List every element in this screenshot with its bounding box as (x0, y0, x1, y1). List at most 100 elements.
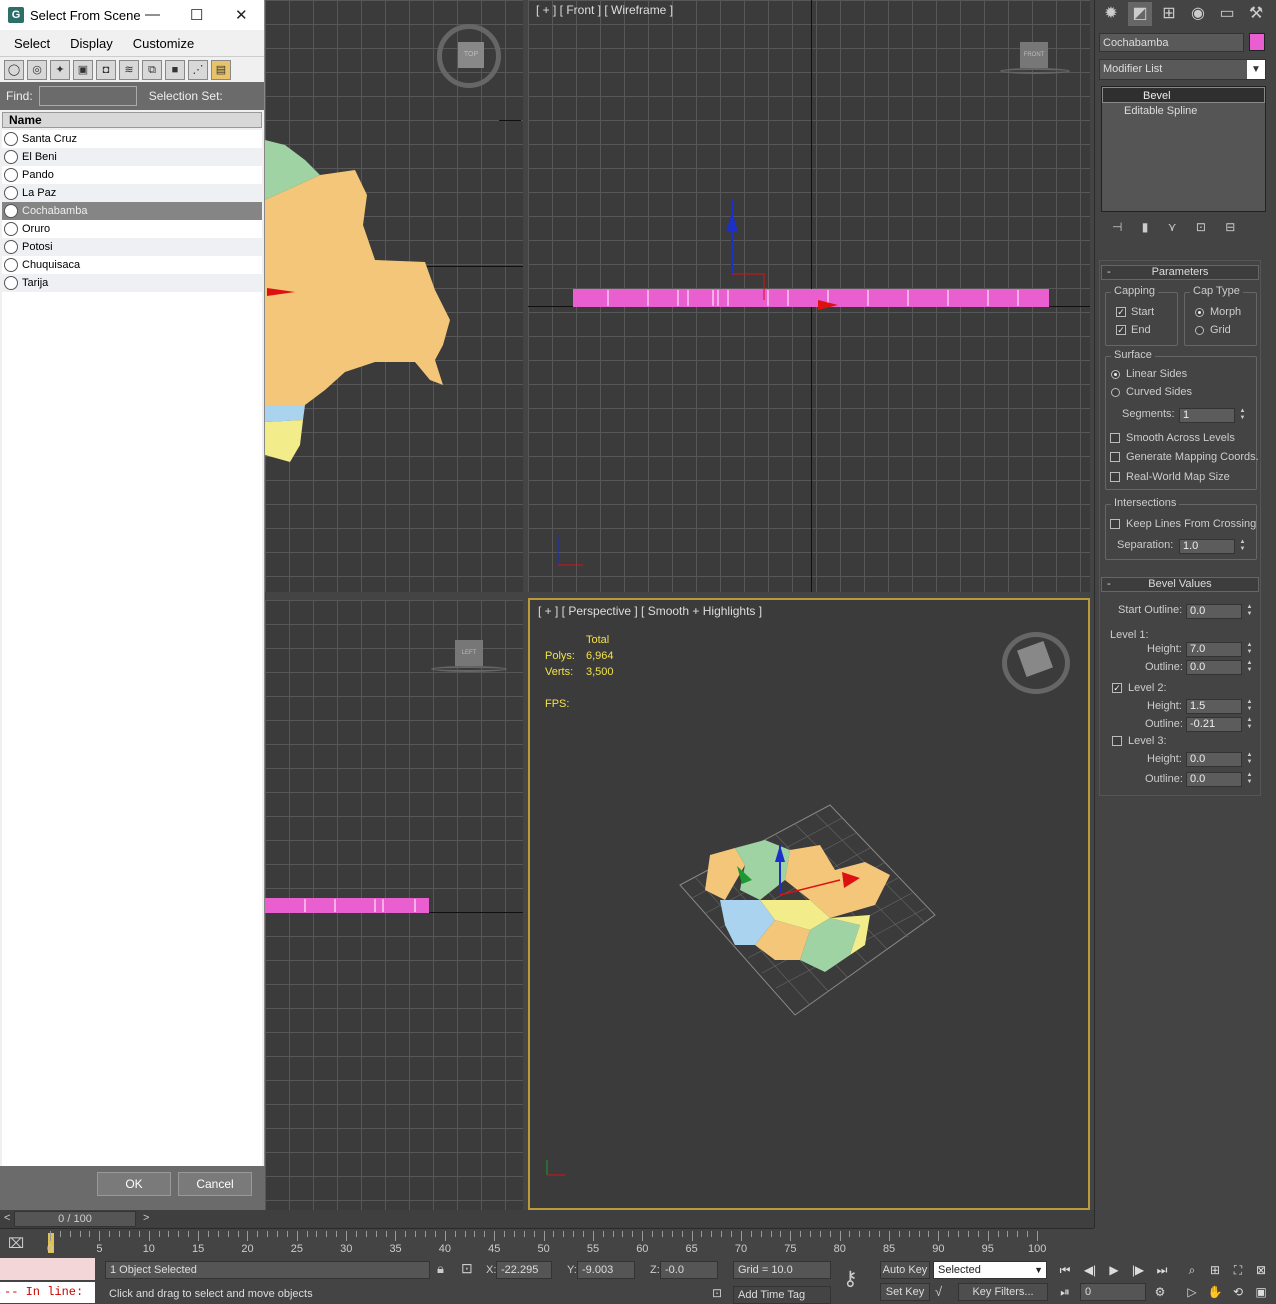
maxscript-listener[interactable]: -- In line: (0, 1282, 95, 1303)
find-input[interactable] (38, 86, 137, 106)
menu-customize[interactable]: Customize (133, 36, 194, 51)
add-time-tag-button[interactable]: Add Time Tag (733, 1286, 831, 1304)
level3-height-spinner[interactable]: 0.0 (1186, 752, 1242, 767)
cap-end-checkbox[interactable]: ✓ (1116, 325, 1126, 335)
helpers-filter-icon[interactable]: ◘ (96, 59, 116, 80)
next-frame-icon[interactable]: > (143, 1212, 149, 1224)
viewcube-left[interactable]: LEFT (431, 638, 507, 678)
key-mode-dropdown[interactable]: Selected ▼ (933, 1261, 1047, 1279)
linear-sides-radio[interactable] (1111, 370, 1120, 379)
z-coordinate-field[interactable]: -0.0 (660, 1261, 718, 1279)
key-icon[interactable]: ⚷ (843, 1266, 858, 1291)
time-slider[interactable]: < 0 / 100 > (0, 1210, 1094, 1228)
stack-item-bevel[interactable]: Bevel (1102, 87, 1265, 103)
zoom-extents-icon[interactable]: ⛶ (1228, 1261, 1248, 1279)
spinner-arrows-icon[interactable]: ▲ ▼ (1238, 408, 1247, 423)
y-coordinate-field[interactable]: -9.003 (577, 1261, 635, 1279)
modifier-list-dropdown[interactable]: Modifier List ▼ (1099, 59, 1266, 80)
zoom-all-icon[interactable]: ⊞ (1205, 1261, 1225, 1279)
chevron-down-icon[interactable]: ▼ (1034, 1262, 1043, 1278)
viewcube-perspective[interactable] (1002, 632, 1070, 694)
viewport-top[interactable]: TOP (265, 0, 523, 592)
previous-key-icon[interactable]: ◀| (1080, 1261, 1100, 1279)
containers-filter-icon[interactable]: ▤ (211, 59, 231, 80)
viewport-perspective[interactable]: [ + ] [ Perspective ] [ Smooth + Highlig… (528, 598, 1090, 1210)
object-name-field[interactable]: Cochabamba (1099, 33, 1244, 52)
gen-mapping-checkbox[interactable] (1110, 452, 1120, 462)
zoom-icon[interactable]: ⌕ (1182, 1261, 1202, 1279)
time-tag-icon[interactable]: ⊡ (712, 1286, 722, 1300)
curved-sides-radio[interactable] (1111, 388, 1120, 397)
absolute-mode-icon[interactable]: ⊡ (461, 1260, 473, 1277)
cap-start-checkbox[interactable]: ✓ (1116, 307, 1126, 317)
dialog-title-bar[interactable]: G Select From Scene — ☐ ✕ (0, 0, 264, 30)
list-item[interactable]: Oruro (2, 220, 262, 238)
cap-grid-radio[interactable] (1195, 326, 1204, 335)
spinner-arrows-icon[interactable]: ▲ ▼ (1245, 772, 1254, 787)
level2-checkbox[interactable]: ✓ (1112, 683, 1122, 693)
close-icon[interactable]: ✕ (235, 6, 248, 24)
stack-tools-icons[interactable]: ⊣ ▮ ⋎ ⊡ ⊟ (1112, 220, 1262, 236)
current-frame-field[interactable]: 0 (1080, 1283, 1146, 1301)
lights-filter-icon[interactable]: ✦ (50, 59, 70, 80)
curve-editor-icon[interactable]: ⌧ (8, 1235, 24, 1252)
orbit-icon[interactable]: ⟲ (1228, 1283, 1248, 1301)
cap-morph-radio[interactable] (1195, 308, 1204, 317)
prev-frame-icon[interactable]: < (4, 1212, 10, 1224)
spinner-arrows-icon[interactable]: ▲ ▼ (1238, 539, 1247, 554)
list-item[interactable]: Santa Cruz (2, 130, 262, 148)
list-item[interactable]: Chuquisaca (2, 256, 262, 274)
chevron-down-icon[interactable]: ▼ (1247, 60, 1265, 79)
default-tangent-icon[interactable]: √ (935, 1284, 942, 1299)
list-item[interactable]: Pando (2, 166, 262, 184)
create-tab-icon[interactable]: ✹ (1099, 2, 1123, 26)
list-item-selected[interactable]: Cochabamba (2, 202, 262, 220)
zoom-extents-all-icon[interactable]: ⊠ (1251, 1261, 1271, 1279)
key-filters-button[interactable]: Key Filters... (958, 1283, 1048, 1301)
list-item[interactable]: La Paz (2, 184, 262, 202)
minimize-icon[interactable]: — (145, 6, 160, 23)
spinner-arrows-icon[interactable]: ▲ ▼ (1245, 604, 1254, 619)
lock-icon[interactable]: 🔒︎ (437, 1261, 444, 1277)
display-tab-icon[interactable]: ▭ (1215, 2, 1239, 26)
track-bar[interactable]: ⌧ 0 5 10 15 20 25 30 35 40 45 50 55 60 65 70 75 80 85 90 95… (0, 1228, 1094, 1256)
go-to-end-icon[interactable]: ⏭ (1152, 1261, 1172, 1279)
level2-outline-spinner[interactable]: -0.21 (1186, 717, 1242, 732)
pan-icon[interactable]: ✋ (1205, 1283, 1225, 1301)
ok-button[interactable]: OK (97, 1172, 171, 1196)
spinner-arrows-icon[interactable]: ▲ ▼ (1245, 660, 1254, 675)
object-color-swatch[interactable] (1249, 33, 1265, 51)
utilities-tab-icon[interactable]: ⚒ (1244, 2, 1268, 26)
level2-height-spinner[interactable]: 1.5 (1186, 699, 1242, 714)
level1-outline-spinner[interactable]: 0.0 (1186, 660, 1242, 675)
cancel-button[interactable]: Cancel (178, 1172, 252, 1196)
list-item[interactable]: El Beni (2, 148, 262, 166)
smooth-across-checkbox[interactable] (1110, 433, 1120, 443)
menu-select[interactable]: Select (14, 36, 50, 51)
start-outline-spinner[interactable]: 0.0 (1186, 604, 1242, 619)
maxscript-listener-top[interactable] (0, 1258, 95, 1280)
level3-checkbox[interactable] (1112, 736, 1122, 746)
level3-outline-spinner[interactable]: 0.0 (1186, 772, 1242, 787)
set-key-button[interactable]: Set Key (880, 1283, 930, 1301)
spacewarps-filter-icon[interactable]: ≋ (119, 59, 139, 80)
modify-tab-icon[interactable]: ◩ (1128, 2, 1152, 26)
play-icon[interactable]: ▶ (1104, 1261, 1124, 1279)
real-world-checkbox[interactable] (1110, 472, 1120, 482)
x-coordinate-field[interactable]: -22.295 (496, 1261, 552, 1279)
list-item[interactable]: Potosi (2, 238, 262, 256)
hierarchy-tab-icon[interactable]: ⊞ (1157, 2, 1181, 26)
keep-lines-checkbox[interactable] (1110, 519, 1120, 529)
motion-tab-icon[interactable]: ◉ (1186, 2, 1210, 26)
cameras-filter-icon[interactable]: ▣ (73, 59, 93, 80)
field-of-view-icon[interactable]: ▷ (1182, 1283, 1202, 1301)
go-to-start-icon[interactable]: ⏮ (1055, 1261, 1075, 1279)
menu-display[interactable]: Display (70, 36, 113, 51)
geometry-filter-icon[interactable]: ◯ (4, 59, 24, 80)
viewport-left[interactable]: LEFT (265, 600, 523, 1210)
auto-key-button[interactable]: Auto Key (880, 1261, 930, 1279)
shapes-filter-icon[interactable]: ◎ (27, 59, 47, 80)
segments-spinner[interactable]: 1 (1179, 408, 1235, 423)
maximize-icon[interactable]: ☐ (190, 6, 203, 24)
key-mode-toggle-icon[interactable]: ⏯ (1055, 1283, 1075, 1301)
